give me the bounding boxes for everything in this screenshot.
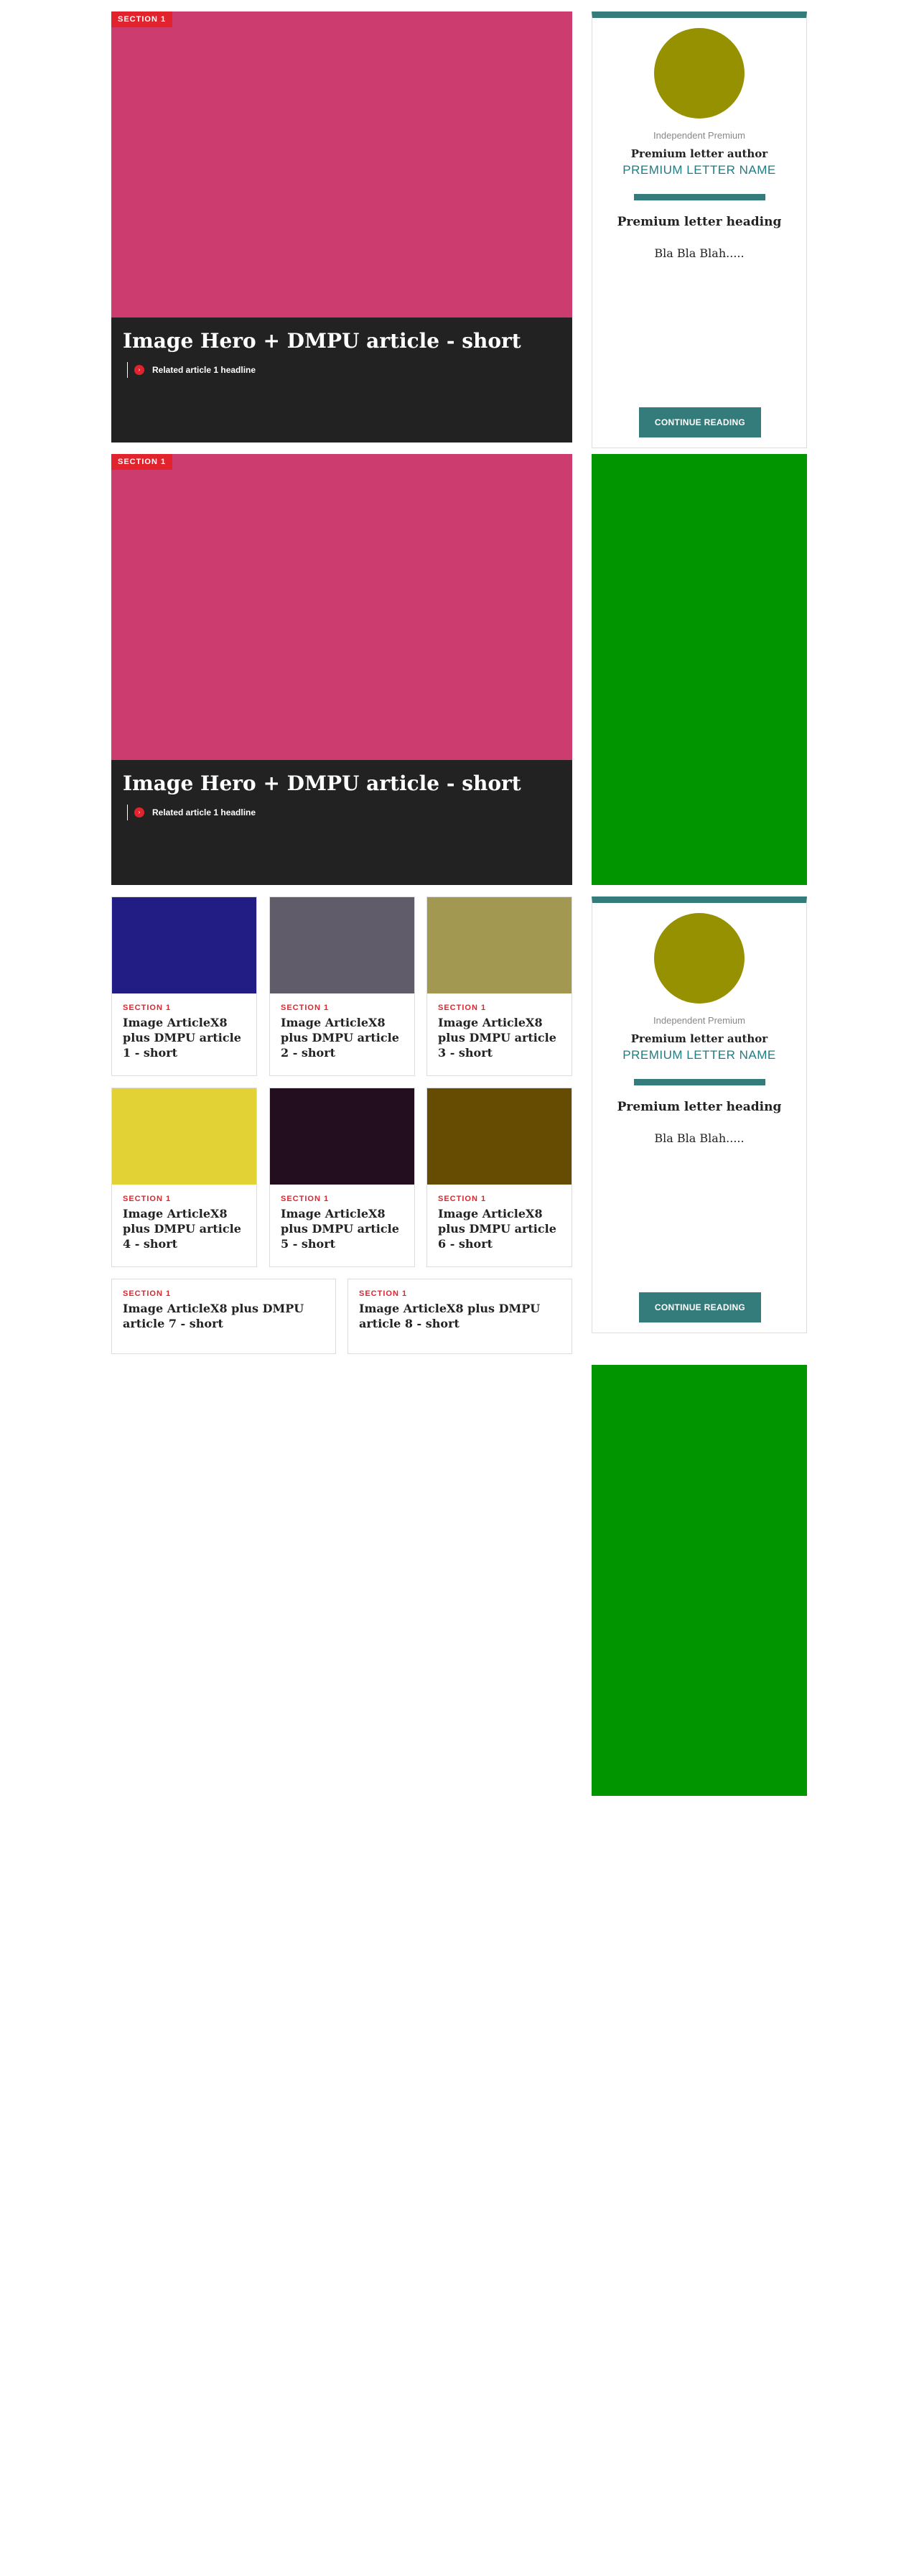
article-title[interactable]: Image ArticleX8 plus DMPU article 7 - sh…	[123, 1301, 324, 1331]
article-title[interactable]: Image ArticleX8 plus DMPU article 2 - sh…	[281, 1015, 404, 1060]
article-card[interactable]: SECTION 1 Image ArticleX8 plus DMPU arti…	[347, 1279, 572, 1354]
avatar	[654, 913, 745, 1004]
article-image[interactable]	[270, 897, 414, 993]
hero-image[interactable]	[111, 11, 572, 318]
article-card[interactable]: SECTION 1 Image ArticleX8 plus DMPU arti…	[426, 1088, 572, 1267]
dmpu-ad-slot[interactable]	[592, 1365, 807, 1796]
section-label[interactable]: SECTION 1	[281, 1004, 329, 1012]
premium-letter-body: Bla Bla Blah.....	[654, 246, 745, 260]
section-label[interactable]: SECTION 1	[281, 1195, 329, 1203]
article-image[interactable]	[112, 1088, 256, 1185]
chevron-right-icon: ›	[134, 365, 144, 375]
divider	[633, 194, 765, 200]
article-title[interactable]: Image ArticleX8 plus DMPU article 4 - sh…	[123, 1206, 246, 1251]
section-label[interactable]: SECTION 1	[438, 1004, 486, 1012]
continue-reading-button[interactable]: CONTINUE READING	[639, 407, 761, 437]
divider	[633, 1079, 765, 1085]
avatar	[654, 28, 745, 119]
premium-letter-body: Bla Bla Blah.....	[654, 1131, 745, 1145]
premium-letter-name: PREMIUM LETTER NAME	[622, 1048, 776, 1062]
article-image[interactable]	[112, 897, 256, 993]
article-title[interactable]: Image ArticleX8 plus DMPU article 5 - sh…	[281, 1206, 404, 1251]
premium-letter-card: Independent Premium Premium letter autho…	[592, 896, 807, 1333]
premium-brand: Independent Premium	[653, 1015, 745, 1026]
premium-letter-name: PREMIUM LETTER NAME	[622, 163, 776, 177]
article-card[interactable]: SECTION 1 Image ArticleX8 plus DMPU arti…	[269, 1088, 415, 1267]
section-tag[interactable]: SECTION 1	[111, 454, 173, 470]
article-image[interactable]	[427, 1088, 572, 1185]
article-card[interactable]: SECTION 1 Image ArticleX8 plus DMPU arti…	[111, 1279, 336, 1354]
premium-letter-card: Independent Premium Premium letter autho…	[592, 11, 807, 448]
hero-title[interactable]: Image Hero + DMPU article - short	[123, 328, 521, 355]
article-card[interactable]: SECTION 1 Image ArticleX8 plus DMPU arti…	[426, 896, 572, 1076]
article-image[interactable]	[270, 1088, 414, 1185]
hero-image[interactable]	[111, 454, 572, 760]
premium-letter-author: Premium letter author	[630, 1032, 768, 1045]
premium-letter-heading: Premium letter heading	[617, 1100, 782, 1114]
article-image[interactable]	[427, 897, 572, 993]
related-article-headline[interactable]: Related article 1 headline	[152, 807, 256, 817]
continue-reading-button[interactable]: CONTINUE READING	[639, 1292, 761, 1322]
related-article-link[interactable]: › Related article 1 headline	[127, 805, 256, 820]
section-label[interactable]: SECTION 1	[438, 1195, 486, 1203]
hero-title[interactable]: Image Hero + DMPU article - short	[123, 770, 521, 797]
related-article-link[interactable]: › Related article 1 headline	[127, 362, 256, 378]
section-label[interactable]: SECTION 1	[123, 1004, 171, 1012]
chevron-right-icon: ›	[134, 807, 144, 817]
article-card[interactable]: SECTION 1 Image ArticleX8 plus DMPU arti…	[111, 1088, 257, 1267]
article-card[interactable]: SECTION 1 Image ArticleX8 plus DMPU arti…	[111, 896, 257, 1076]
premium-brand: Independent Premium	[653, 130, 745, 141]
article-title[interactable]: Image ArticleX8 plus DMPU article 1 - sh…	[123, 1015, 246, 1060]
premium-letter-author: Premium letter author	[630, 147, 768, 160]
article-title[interactable]: Image ArticleX8 plus DMPU article 3 - sh…	[438, 1015, 561, 1060]
hero-article[interactable]: SECTION 1 Image Hero + DMPU article - sh…	[111, 454, 572, 885]
section-tag[interactable]: SECTION 1	[111, 11, 173, 27]
article-title[interactable]: Image ArticleX8 plus DMPU article 6 - sh…	[438, 1206, 561, 1251]
related-article-headline[interactable]: Related article 1 headline	[152, 365, 256, 375]
article-title[interactable]: Image ArticleX8 plus DMPU article 8 - sh…	[359, 1301, 560, 1331]
section-label[interactable]: SECTION 1	[123, 1289, 171, 1298]
section-label[interactable]: SECTION 1	[359, 1289, 407, 1298]
hero-article[interactable]: SECTION 1 Image Hero + DMPU article - sh…	[111, 11, 572, 443]
section-label[interactable]: SECTION 1	[123, 1195, 171, 1203]
article-card[interactable]: SECTION 1 Image ArticleX8 plus DMPU arti…	[269, 896, 415, 1076]
premium-letter-heading: Premium letter heading	[617, 215, 782, 229]
dmpu-ad-slot[interactable]	[592, 454, 807, 885]
